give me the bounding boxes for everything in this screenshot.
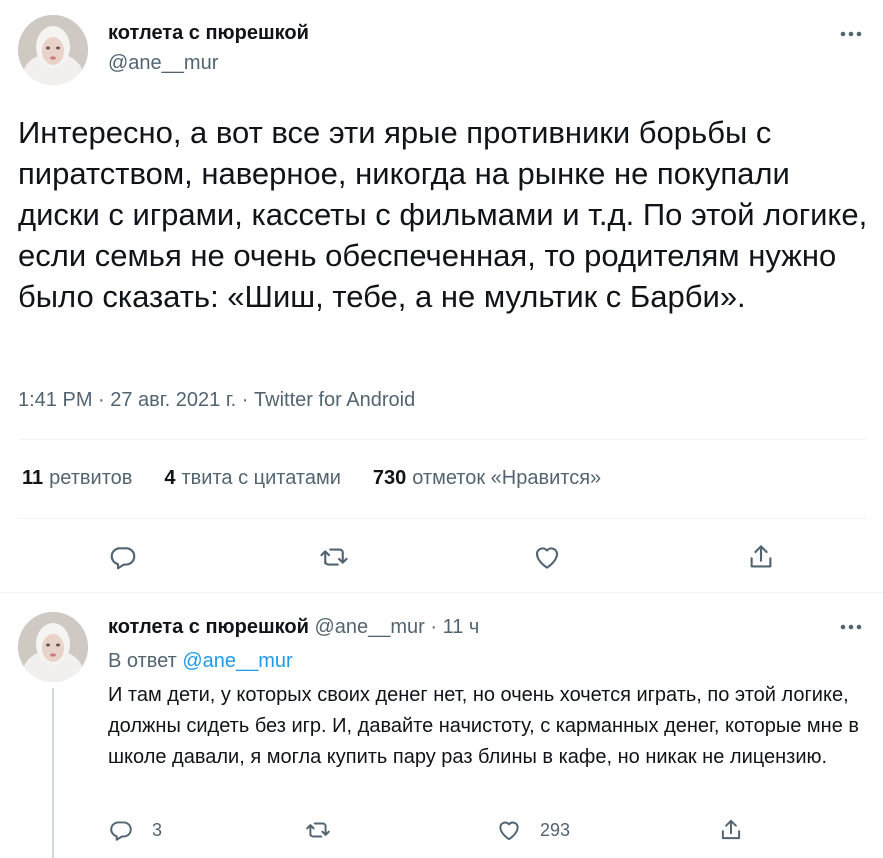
reply-time[interactable]: · 11 ч <box>430 616 479 638</box>
reply-more-options-icon[interactable] <box>836 617 866 637</box>
reply-count: 3 <box>152 819 163 840</box>
author-handle[interactable]: @ane__mur <box>108 52 218 75</box>
reply-share-button[interactable] <box>718 816 744 844</box>
reply-author-name[interactable]: котлета с пюрешкой <box>108 616 309 638</box>
reply-button[interactable] <box>108 542 138 572</box>
likes-count: 730 <box>372 467 407 489</box>
quotes-label: твита с цитатами <box>181 467 341 489</box>
share-icon <box>750 545 772 568</box>
thread-line <box>52 688 54 858</box>
retweet-icon <box>306 822 330 838</box>
divider <box>18 439 867 440</box>
avatar[interactable] <box>18 15 88 85</box>
like-button[interactable] <box>532 542 562 572</box>
replying-to-mention[interactable]: @ane__mur <box>182 650 292 672</box>
retweet-button[interactable] <box>318 542 350 572</box>
reply-icon <box>110 821 132 841</box>
reply-reply-button[interactable]: 3 <box>108 817 162 843</box>
tweet-timestamp[interactable]: 1:41 PM · 27 авг. 2021 г. · Twitter for … <box>18 389 415 412</box>
share-icon <box>721 819 741 840</box>
more-options-icon[interactable] <box>836 24 866 44</box>
retweets-count: 11 <box>22 467 44 489</box>
reply-text: И там дети, у которых своих денег нет, н… <box>108 684 859 768</box>
share-button[interactable] <box>746 541 776 573</box>
retweets-stat[interactable]: 11 ретвитов <box>22 467 132 490</box>
reply-avatar[interactable] <box>18 612 88 682</box>
like-icon <box>535 547 559 569</box>
tweet-stats: 11 ретвитов 4 твита с цитатами 730 отметок … <box>22 467 601 490</box>
like-count: 293 <box>540 819 571 840</box>
tweet-text: Интересно, а вот все эти ярые противники… <box>18 115 868 314</box>
divider <box>0 592 883 593</box>
retweets-label: ретвитов <box>49 467 133 489</box>
like-icon <box>499 821 519 841</box>
reply-like-button[interactable]: 293 <box>496 817 570 843</box>
reply-header: котлета с пюрешкой @ane__mur · 11 ч <box>108 616 479 639</box>
divider <box>18 518 867 519</box>
reply-icon <box>110 547 136 570</box>
likes-label: отметок «Нравится» <box>412 467 602 489</box>
reply-author-handle[interactable]: @ane__mur <box>314 616 424 638</box>
replying-to-label: В ответ <box>108 650 177 672</box>
reply-retweet-button[interactable] <box>304 817 332 843</box>
quotes-stat[interactable]: 4 твита с цитатами <box>164 467 340 490</box>
likes-stat[interactable]: 730 отметок «Нравится» <box>373 467 601 490</box>
quotes-count: 4 <box>164 467 176 489</box>
author-name[interactable]: котлета с пюрешкой <box>108 22 309 45</box>
retweet-icon <box>320 548 348 566</box>
replying-to: В ответ @ane__mur <box>108 650 293 673</box>
